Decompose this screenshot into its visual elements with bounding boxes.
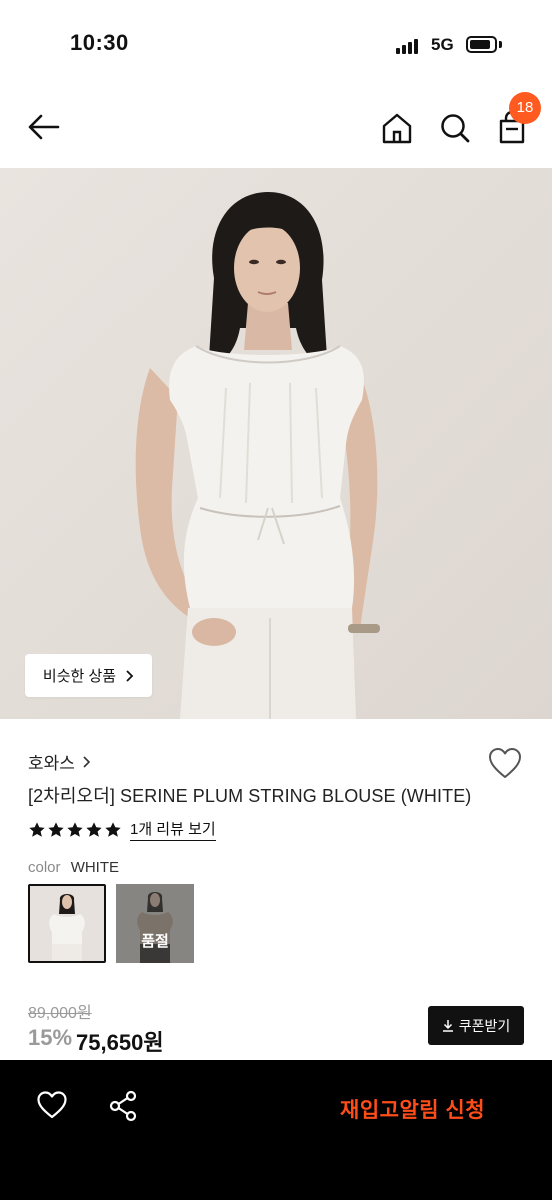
color-value: WHITE xyxy=(70,859,120,876)
review-link[interactable]: 1개 리뷰 보기 xyxy=(130,818,216,841)
status-time: 10:30 xyxy=(70,30,129,55)
price-row: 15% 75,650원 xyxy=(28,1025,164,1057)
search-icon xyxy=(441,114,470,143)
brand-name: 호와스 xyxy=(28,754,75,773)
brand-link[interactable]: 호와스 xyxy=(28,749,91,774)
discount-rate: 15% xyxy=(28,1025,73,1050)
similar-products-button[interactable]: 비슷한 상품 xyxy=(25,654,152,697)
bottom-action-bar: 재입고알림 신청 xyxy=(0,1060,552,1200)
star-icon xyxy=(48,821,64,837)
sale-price: 75,650원 xyxy=(76,1030,164,1055)
download-icon xyxy=(442,1020,453,1032)
bottom-wish-button[interactable] xyxy=(36,1090,68,1120)
battery-icon xyxy=(466,36,497,53)
swatch-thumbnail xyxy=(30,886,104,961)
heart-icon xyxy=(37,1091,67,1119)
chevron-right-icon xyxy=(126,669,134,682)
app-header xyxy=(0,86,552,168)
product-title: [2차리오더] SERINE PLUM STRING BLOUSE (WHITE… xyxy=(28,786,472,806)
star-icon xyxy=(29,821,45,837)
coupon-button[interactable]: 쿠폰받기 xyxy=(428,1006,524,1045)
product-image[interactable] xyxy=(0,168,552,719)
home-button[interactable] xyxy=(378,108,416,148)
color-label: color xyxy=(28,859,61,876)
share-icon xyxy=(109,1090,137,1122)
home-icon xyxy=(382,113,412,144)
star-icon xyxy=(86,821,102,837)
cart-count-badge: 18 xyxy=(509,92,541,124)
soldout-overlay: 품절 xyxy=(116,884,194,963)
chevron-right-icon xyxy=(83,755,91,768)
back-button[interactable] xyxy=(24,108,64,148)
star-icon xyxy=(105,821,121,837)
restock-alert-button[interactable]: 재입고알림 신청 xyxy=(340,1094,485,1124)
heart-outline-icon xyxy=(489,748,521,778)
original-price: 89,000원 xyxy=(28,1005,92,1022)
signal-icon xyxy=(396,38,420,54)
color-swatch-white[interactable] xyxy=(28,884,106,963)
battery-cap xyxy=(499,41,502,48)
rating-row: 1개 리뷰 보기 xyxy=(28,818,216,841)
coupon-label: 쿠폰받기 xyxy=(458,1017,511,1034)
share-button[interactable] xyxy=(108,1090,138,1122)
status-bar: 10:30 5G xyxy=(0,0,552,86)
search-button[interactable] xyxy=(436,108,474,148)
color-row: color WHITE xyxy=(28,859,119,876)
product-photo-illustration xyxy=(0,168,552,719)
network-type: 5G xyxy=(431,35,454,54)
arrow-left-icon xyxy=(28,114,60,140)
rating-stars xyxy=(28,821,122,839)
wishlist-button[interactable] xyxy=(487,746,523,780)
color-swatch-soldout[interactable]: 품절 xyxy=(116,884,194,963)
similar-products-label: 비슷한 상품 xyxy=(42,668,117,685)
star-icon xyxy=(67,821,83,837)
